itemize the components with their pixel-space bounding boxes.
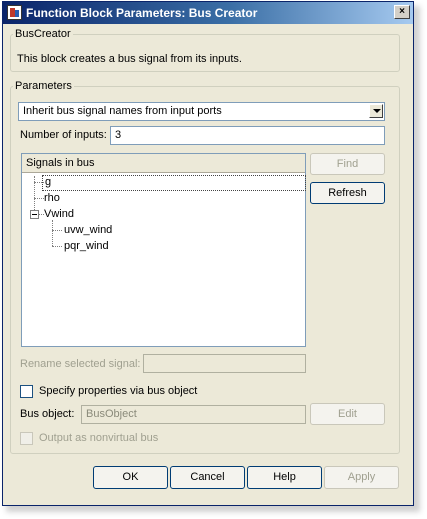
signal-item-label: pqr_wind: [64, 240, 109, 252]
cancel-button[interactable]: Cancel: [170, 466, 245, 489]
tree-connector: [52, 230, 62, 231]
bus-object-field[interactable]: BusObject: [81, 405, 306, 424]
signal-item-pqr-wind[interactable]: pqr_wind: [64, 240, 109, 252]
apply-button[interactable]: Apply: [324, 466, 399, 489]
tree-connector: [52, 246, 62, 247]
close-button[interactable]: ×: [394, 5, 410, 19]
refresh-button[interactable]: Refresh: [310, 182, 385, 204]
description-group: BusCreator: [10, 28, 400, 72]
signal-item-uvw-wind[interactable]: uvw_wind: [64, 224, 112, 236]
signal-item-rho[interactable]: rho: [44, 192, 60, 204]
signals-tree-header: Signals in bus: [22, 154, 305, 173]
specify-bus-object-label: Specify properties via bus object: [39, 385, 198, 397]
output-nonvirtual-label: Output as nonvirtual bus: [39, 432, 159, 444]
help-button[interactable]: Help: [247, 466, 322, 489]
number-of-inputs-label: Number of inputs:: [20, 129, 107, 141]
signal-item-label: Vwind: [44, 208, 74, 220]
signal-item-g[interactable]: g: [42, 175, 306, 191]
rename-signal-label: Rename selected signal:: [20, 358, 141, 370]
description-group-title: BusCreator: [15, 28, 71, 40]
window-title: Function Block Parameters: Bus Creator: [26, 6, 258, 20]
collapse-icon[interactable]: [30, 210, 39, 219]
rename-signal-field[interactable]: [143, 354, 306, 373]
signals-tree[interactable]: Signals in bus g rho Vwind uvw_wind pqr_…: [21, 153, 306, 347]
bus-object-label: Bus object:: [20, 408, 75, 420]
simulink-app-icon: [7, 5, 22, 20]
ok-button[interactable]: OK: [93, 466, 168, 489]
tree-connector: [34, 198, 44, 199]
signal-item-label: rho: [44, 192, 60, 204]
output-nonvirtual-checkbox[interactable]: [20, 432, 33, 445]
signal-item-label: g: [45, 176, 52, 188]
signal-item-vwind[interactable]: Vwind: [44, 208, 74, 220]
signal-item-label: uvw_wind: [64, 224, 113, 236]
chevron-down-icon[interactable]: [369, 104, 383, 118]
title-bar[interactable]: Function Block Parameters: Bus Creator ×: [3, 2, 413, 24]
edit-button[interactable]: Edit: [310, 403, 385, 425]
description-text: This block creates a bus signal from its…: [17, 53, 242, 65]
signal-naming-dropdown[interactable]: Inherit bus signal names from input port…: [18, 102, 385, 121]
number-of-inputs-field[interactable]: 3: [110, 126, 385, 145]
find-button[interactable]: Find: [310, 153, 385, 175]
parameters-group-title: Parameters: [15, 80, 72, 92]
signal-naming-selected: Inherit bus signal names from input port…: [23, 105, 222, 117]
tree-connector: [52, 220, 53, 246]
specify-bus-object-checkbox[interactable]: [20, 385, 33, 398]
dialog-window: Function Block Parameters: Bus Creator ×…: [2, 1, 414, 506]
